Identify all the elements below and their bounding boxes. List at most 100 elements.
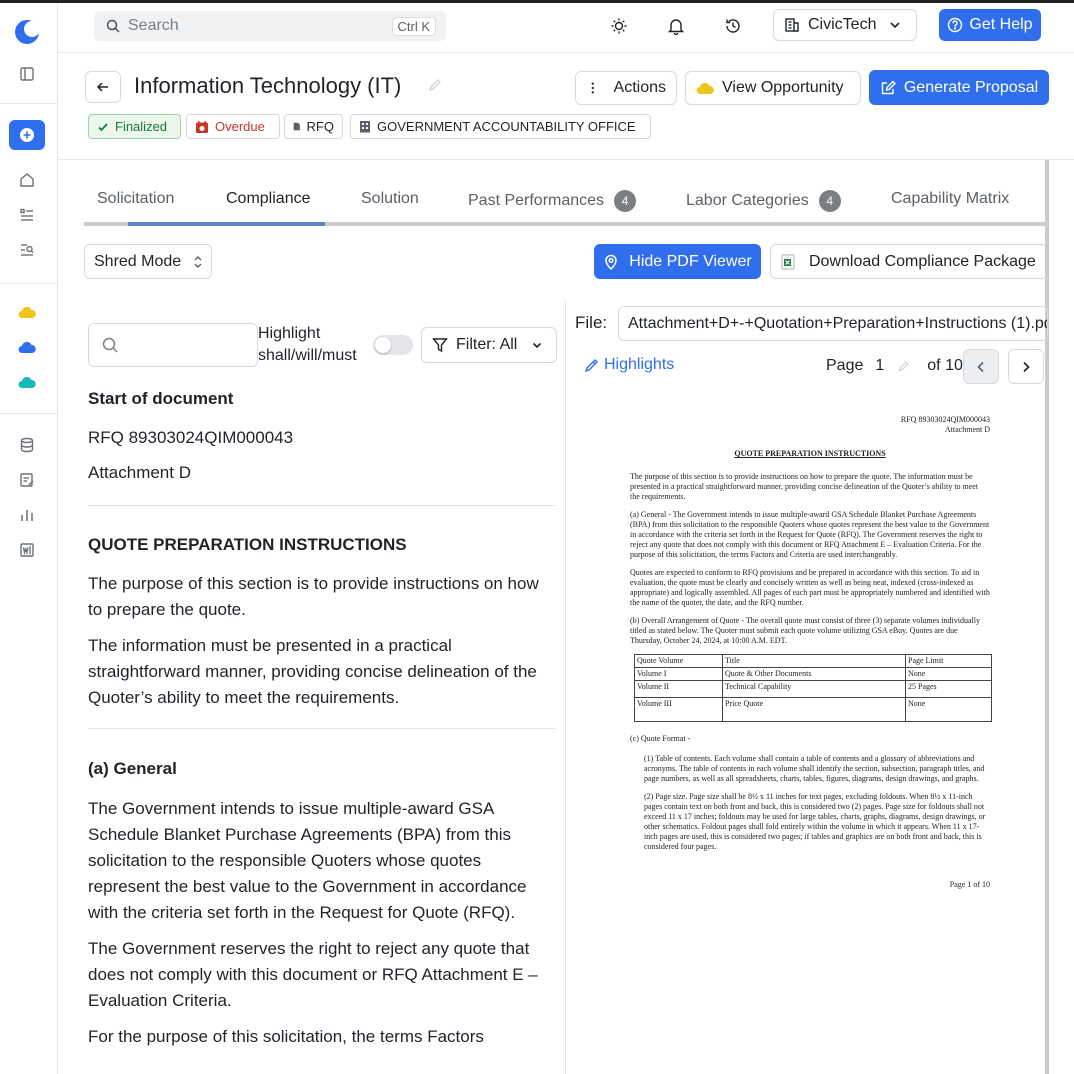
history-icon[interactable] (722, 15, 744, 37)
new-item-button[interactable] (9, 120, 45, 150)
mode-label: Shred Mode (94, 252, 182, 270)
highlight-label-line1: Highlight (258, 325, 321, 342)
pdf-table-cell: Quote & Other Documents (722, 667, 906, 681)
hide-pdf-viewer-button[interactable]: Hide PDF Viewer (594, 244, 761, 279)
pdf-table-header: Quote Volume (634, 654, 723, 668)
pdf-ref-rfq: RFQ 89303024QIM000043 (900, 415, 990, 424)
sidebar-divider (0, 103, 57, 104)
organization-name: CivicTech (808, 16, 877, 33)
finalized-badge: Finalized (88, 114, 181, 139)
view-opportunity-button[interactable]: View Opportunity (685, 71, 861, 105)
app-logo-icon[interactable] (13, 18, 41, 46)
pdf-table-cell: None (905, 667, 992, 681)
doc-text[interactable]: For the purpose of this solicitation, th… (88, 1024, 556, 1050)
doc-text[interactable]: The purpose of this section is to provid… (88, 571, 556, 623)
cloud-yellow-icon[interactable] (16, 301, 38, 323)
doc-divider (88, 728, 556, 729)
pdf-paragraph: The purpose of this section is to provid… (630, 472, 979, 501)
page-indicator: Page 1 of 10 (826, 357, 963, 375)
next-page-button[interactable] (1008, 349, 1044, 384)
chevron-up-down-icon (194, 255, 202, 268)
shredded-document: Start of document RFQ 89303024QIM000043 … (88, 386, 556, 1050)
tab-label: Labor Categories (686, 192, 809, 209)
top-bar: Search Ctrl K CivicTech Get Help (58, 3, 1074, 53)
download-compliance-package-button[interactable]: Download Compliance Package (770, 244, 1048, 279)
pdf-paragraph: (c) Quote Format - (630, 734, 691, 743)
highlights-button[interactable]: Highlights (584, 356, 674, 374)
cloud-yellow-icon (696, 82, 714, 94)
filter-dropdown[interactable]: Filter: All (421, 327, 557, 363)
doc-text[interactable]: The Government reserves the right to rej… (88, 936, 556, 1014)
file-icon (293, 122, 300, 131)
search-placeholder: Search (128, 17, 179, 34)
page-title: Information Technology (IT) (134, 73, 402, 98)
highlighter-icon (584, 359, 598, 373)
excel-file-icon (781, 254, 795, 269)
sidebar-divider (0, 283, 57, 284)
tab-solicitation[interactable]: Solicitation (97, 190, 174, 208)
doc-text[interactable]: RFQ 89303024QIM000043 (88, 425, 556, 451)
tasks-list-icon[interactable] (16, 204, 38, 226)
pdf-paragraph: (2) Page size. Page size shall be 8½ x 1… (644, 792, 986, 851)
word-library-icon[interactable] (16, 539, 38, 561)
active-tab-indicator (128, 222, 325, 226)
pdf-table-cell: None (905, 697, 992, 722)
back-button[interactable] (85, 71, 121, 103)
highlight-toggle[interactable] (373, 335, 413, 355)
check-icon (98, 122, 108, 131)
tab-past-performances[interactable]: Past Performances 4 (468, 190, 637, 212)
header-divider (58, 159, 1074, 160)
type-label: RFQ (306, 119, 334, 134)
pdf-table-cell: Volume III (634, 697, 723, 722)
view-opportunity-label: View Opportunity (722, 79, 844, 96)
home-icon[interactable] (16, 169, 38, 191)
panel-divider[interactable] (565, 301, 566, 1074)
mode-selector[interactable]: Shred Mode (84, 244, 212, 279)
analytics-icon[interactable] (16, 504, 38, 526)
file-selector[interactable]: Attachment+D+-+Quotation+Preparation+Ins… (618, 306, 1048, 341)
calendar-alert-icon (196, 120, 208, 133)
search-icon (106, 19, 120, 33)
tab-bar: Solicitation Compliance Solution Past Pe… (84, 186, 1046, 226)
pdf-volume-table: Quote Volume Title Page Limit Volume I Q… (634, 654, 992, 722)
generate-proposal-button[interactable]: Generate Proposal (869, 70, 1049, 105)
edit-document-icon[interactable] (16, 469, 38, 491)
chevron-down-icon (890, 22, 901, 29)
pdf-page[interactable]: RFQ 89303024QIM000043 Attachment D QUOTE… (620, 415, 1000, 890)
page-total: of 10 (927, 357, 963, 374)
page-scrollbar[interactable] (1045, 160, 1049, 1074)
pdf-table-cell: Technical Capability (722, 680, 906, 698)
cloud-teal-icon[interactable] (16, 371, 38, 393)
pdf-page-footer: Page 1 of 10 (949, 880, 990, 889)
sidebar (0, 3, 58, 1074)
page-number-input[interactable]: 1 (875, 357, 884, 375)
requirements-search-input[interactable] (88, 323, 258, 367)
doc-text[interactable]: Attachment D (88, 460, 556, 486)
get-help-button[interactable]: Get Help (939, 9, 1041, 41)
filter-label: Filter: All (456, 336, 518, 353)
tab-labor-categories[interactable]: Labor Categories 4 (686, 190, 841, 212)
database-icon[interactable] (16, 434, 38, 456)
overdue-badge: Overdue (186, 114, 280, 139)
generate-proposal-label: Generate Proposal (903, 78, 1039, 96)
doc-text[interactable]: The Government intends to issue multiple… (88, 796, 556, 926)
more-vertical-icon (591, 82, 594, 94)
notifications-bell-icon[interactable] (665, 15, 687, 37)
doc-text[interactable]: The information must be presented in a p… (88, 633, 556, 711)
actions-button[interactable]: Actions (575, 71, 677, 105)
tab-capability-matrix[interactable]: Capability Matrix (891, 190, 1009, 208)
chevron-right-icon (1023, 361, 1030, 372)
pdf-table-header: Page Limit (905, 654, 992, 668)
highlight-toggle-label: Highlight shall/will/must (258, 323, 357, 367)
previous-page-button[interactable] (963, 349, 999, 384)
search-list-icon[interactable] (16, 239, 38, 261)
collapse-sidebar-icon[interactable] (16, 63, 38, 85)
edit-title-icon[interactable] (428, 78, 442, 97)
tab-solution[interactable]: Solution (361, 190, 419, 208)
organization-selector[interactable]: CivicTech (773, 9, 917, 41)
theme-toggle-icon[interactable] (608, 15, 630, 37)
page-label: Page (826, 357, 864, 374)
global-search-input[interactable]: Search Ctrl K (94, 11, 446, 41)
cloud-blue-icon[interactable] (16, 336, 38, 358)
tab-compliance[interactable]: Compliance (226, 190, 310, 208)
